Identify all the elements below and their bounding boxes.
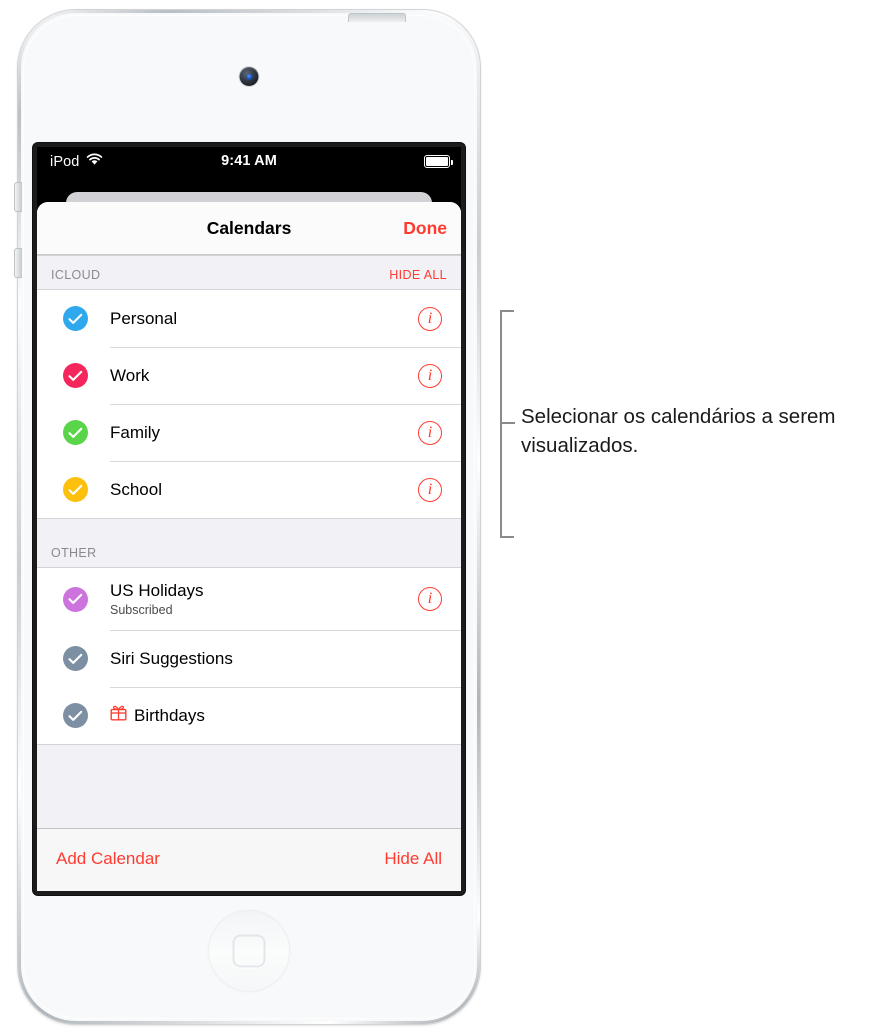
calendar-name: School — [110, 479, 162, 499]
page-title: Calendars — [206, 218, 292, 238]
callout-bracket-tick — [501, 422, 515, 424]
front-camera-icon — [239, 67, 259, 86]
status-bar-right — [424, 155, 453, 168]
section-header-other: OTHER — [37, 518, 461, 568]
callout-annotation: Selecionar os calendários a serem visual… — [500, 310, 875, 542]
screen-bezel: iPod 9:41 AM Calendars Done ICLOUD HIDE … — [33, 143, 465, 895]
checkmark-icon[interactable] — [63, 477, 88, 502]
status-bar-time: 9:41 AM — [221, 153, 277, 169]
home-button[interactable] — [208, 910, 290, 992]
checkmark-icon[interactable] — [63, 646, 88, 671]
calendar-name: Siri Suggestions — [110, 648, 233, 668]
ipod-touch-device: iPod 9:41 AM Calendars Done ICLOUD HIDE … — [14, 10, 480, 1024]
checkmark-icon[interactable] — [63, 703, 88, 728]
row-text: Birthdays — [110, 704, 205, 726]
table-row[interactable]: Personal i — [37, 290, 461, 347]
calendar-name: US Holidays — [110, 580, 204, 600]
section-header-icloud: ICLOUD HIDE ALL — [37, 255, 461, 290]
table-row[interactable]: Siri Suggestions — [37, 630, 461, 687]
bottom-toolbar: Add Calendar Hide All — [37, 828, 461, 891]
calendar-subtitle: Subscribed — [110, 603, 173, 617]
hide-all-button[interactable]: Hide All — [384, 849, 442, 869]
calendars-sheet: Calendars Done ICLOUD HIDE ALL Personal … — [37, 202, 461, 891]
section-title: OTHER — [51, 546, 97, 560]
navigation-bar: Calendars Done — [37, 202, 461, 255]
row-text: Work — [110, 365, 149, 386]
gift-icon — [110, 704, 127, 726]
list-bottom-filler — [37, 744, 461, 828]
checkmark-icon[interactable] — [63, 586, 88, 612]
table-row[interactable]: Birthdays — [37, 687, 461, 744]
checkmark-icon[interactable] — [63, 363, 88, 388]
done-button[interactable]: Done — [403, 218, 447, 239]
battery-fill — [426, 157, 448, 166]
checkmark-icon[interactable] — [63, 420, 88, 445]
info-icon[interactable]: i — [418, 306, 442, 331]
table-row[interactable]: Family i — [37, 404, 461, 461]
section-title: ICLOUD — [51, 268, 101, 282]
table-row[interactable]: US Holidays Subscribed i — [37, 568, 461, 630]
table-row[interactable]: School i — [37, 461, 461, 518]
volume-down-button[interactable] — [14, 248, 22, 278]
info-icon[interactable]: i — [418, 363, 442, 388]
info-icon[interactable]: i — [418, 420, 442, 445]
home-button-square-icon — [232, 934, 266, 968]
volume-up-button[interactable] — [14, 182, 22, 212]
status-bar: iPod 9:41 AM — [37, 147, 461, 177]
calendar-name: Birthdays — [110, 704, 205, 726]
calendar-name: Personal — [110, 308, 178, 328]
row-text: Siri Suggestions — [110, 648, 233, 669]
screen: iPod 9:41 AM Calendars Done ICLOUD HIDE … — [37, 147, 461, 891]
add-calendar-button[interactable]: Add Calendar — [56, 849, 160, 869]
calendars-list[interactable]: ICLOUD HIDE ALL Personal i Work i Family… — [37, 255, 461, 828]
row-text: School — [110, 479, 162, 500]
info-icon[interactable]: i — [418, 477, 442, 502]
power-button[interactable] — [348, 13, 406, 22]
callout-text: Selecionar os calendários a serem visual… — [521, 405, 836, 458]
checkmark-icon[interactable] — [63, 306, 88, 331]
callout-bracket — [500, 310, 514, 538]
battery-full-icon — [424, 155, 453, 168]
row-text: Family — [110, 422, 160, 443]
table-row[interactable]: Work i — [37, 347, 461, 404]
calendar-name: Family — [110, 422, 161, 442]
info-icon[interactable]: i — [418, 587, 442, 611]
row-text: US Holidays Subscribed — [110, 580, 204, 619]
row-text: Personal — [110, 308, 177, 329]
hide-all-icloud-button[interactable]: HIDE ALL — [389, 268, 447, 282]
calendar-name: Work — [110, 365, 150, 385]
